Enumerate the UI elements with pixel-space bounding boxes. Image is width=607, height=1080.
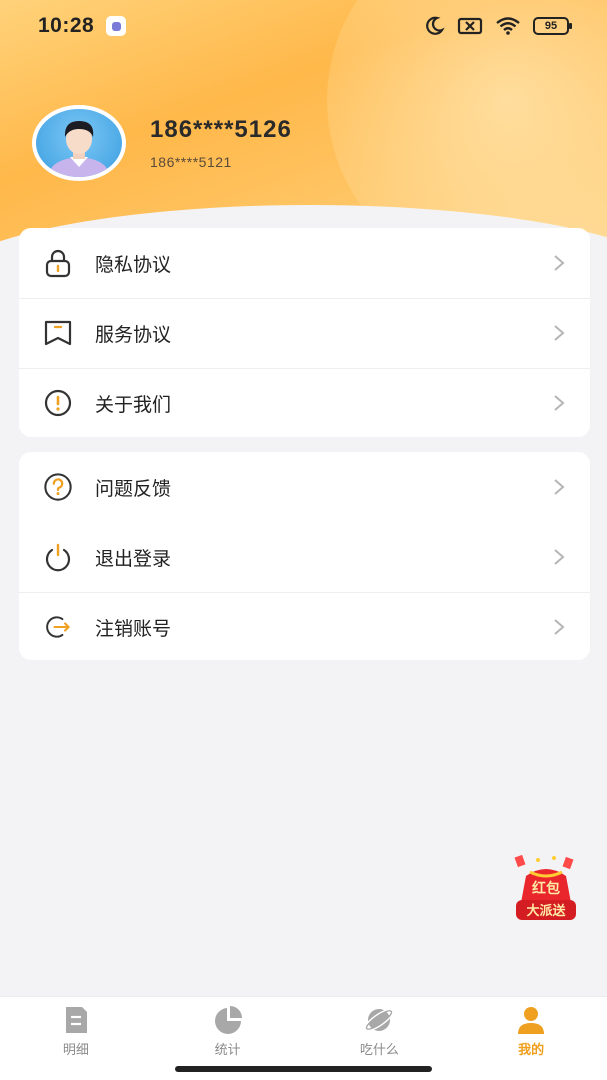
- lock-icon: [43, 248, 73, 278]
- menu-item-about[interactable]: 关于我们: [19, 368, 590, 438]
- document-icon: [65, 1007, 87, 1033]
- menu-card-account: 问题反馈 退出登录 注销账号: [19, 452, 590, 660]
- chevron-right-icon: [554, 549, 565, 565]
- wifi-icon: [496, 17, 520, 35]
- planet-icon: [364, 1008, 394, 1032]
- moon-icon: [426, 16, 445, 35]
- tab-label: 统计: [214, 1043, 241, 1058]
- chevron-right-icon: [554, 325, 565, 341]
- tab-details[interactable]: 明细: [0, 997, 152, 1080]
- menu-item-delete-account[interactable]: 注销账号: [19, 592, 590, 662]
- menu-item-label: 退出登录: [95, 547, 172, 570]
- menu-item-service[interactable]: 服务协议: [19, 298, 590, 368]
- red-packet-line2: 大派送: [526, 903, 566, 919]
- chevron-right-icon: [554, 255, 565, 271]
- profile-account: 186****5121: [150, 154, 232, 170]
- menu-item-feedback[interactable]: 问题反馈: [19, 452, 590, 522]
- tab-label: 明细: [62, 1043, 89, 1058]
- logout-icon: [43, 612, 73, 642]
- power-icon: [43, 542, 73, 572]
- tab-label: 吃什么: [359, 1043, 399, 1058]
- app-notification-icon: [106, 16, 127, 36]
- chevron-right-icon: [554, 479, 565, 495]
- home-indicator[interactable]: [175, 1066, 432, 1072]
- sim-off-icon: [457, 17, 483, 35]
- menu-item-privacy[interactable]: 隐私协议: [19, 228, 590, 298]
- red-packet-line1: 红包: [532, 880, 560, 897]
- menu-item-label: 服务协议: [95, 323, 172, 346]
- status-time: 10:28: [38, 14, 95, 37]
- avatar[interactable]: [32, 105, 126, 181]
- status-bar: 10:28 95: [0, 0, 607, 52]
- menu-item-label: 注销账号: [95, 617, 172, 640]
- battery-icon: 95: [533, 17, 572, 35]
- menu-item-logout[interactable]: 退出登录: [19, 522, 590, 592]
- menu-item-label: 关于我们: [95, 393, 172, 416]
- info-icon: [43, 388, 73, 418]
- profile-phone: 186****5126: [150, 116, 292, 143]
- agreement-icon: [43, 318, 73, 348]
- menu-card-agreements: 隐私协议 服务协议 关于我们: [19, 228, 590, 437]
- avatar-person-icon: [48, 121, 110, 177]
- chevron-right-icon: [554, 619, 565, 635]
- tab-mine[interactable]: 我的: [455, 997, 607, 1080]
- tab-label: 我的: [518, 1043, 545, 1058]
- profile-section[interactable]: 186****5126 186****5121: [32, 105, 292, 181]
- red-packet-promo[interactable]: 红包 大派送: [508, 854, 584, 926]
- menu-item-label: 隐私协议: [95, 253, 172, 276]
- menu-item-label: 问题反馈: [95, 477, 172, 500]
- pie-chart-icon: [214, 1006, 242, 1034]
- user-icon: [518, 1007, 545, 1034]
- question-icon: [43, 472, 73, 502]
- chevron-right-icon: [554, 395, 565, 411]
